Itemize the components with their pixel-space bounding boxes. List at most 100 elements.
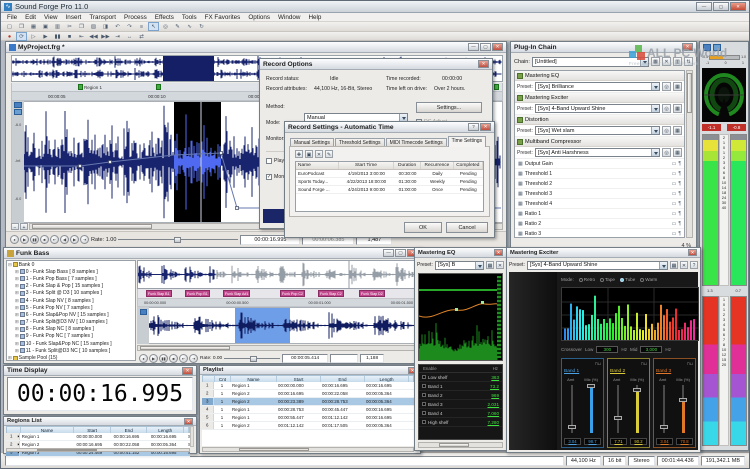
sample-marker[interactable]: Funk Pop C2: [280, 290, 305, 297]
sample-marker[interactable]: Funk Slap A#1: [223, 290, 250, 297]
link-icons[interactable]: ⊓⊔: [687, 361, 693, 366]
toolbar-icon[interactable]: ≡: [136, 22, 147, 31]
param-menu-icon[interactable]: ¶: [678, 171, 681, 177]
sample-marker[interactable]: Funk Slap B1: [146, 290, 172, 297]
preset-dropdown[interactable]: [Sys] 4-Band Upward Shine: [535, 104, 660, 113]
enable-checkbox[interactable]: [422, 375, 426, 379]
menu-item[interactable]: Window: [274, 13, 304, 22]
mode-radio[interactable]: Tube: [620, 277, 635, 282]
horizontal-scrollbar[interactable]: [137, 345, 420, 351]
band-frequency[interactable]: 969: [491, 393, 499, 398]
overview-selection[interactable]: [163, 56, 214, 81]
expander-icon[interactable]: ⊞: [15, 333, 19, 339]
transport-button[interactable]: ◀: [60, 235, 69, 244]
amt-slider-handle[interactable]: [660, 425, 668, 429]
expander-icon[interactable]: ⊞: [15, 326, 19, 332]
plugin-entry[interactable]: Multiband Compressor Preset: [Sys] Anti …: [515, 137, 684, 159]
transport-icon[interactable]: ▶: [40, 32, 51, 41]
settings-toolbar-icon[interactable]: ▣: [305, 150, 313, 158]
mix-slider-handle[interactable]: [679, 398, 687, 402]
transport-button[interactable]: ⇤: [179, 354, 188, 363]
expander-icon[interactable]: ⊞: [8, 355, 12, 361]
toolbar-icon[interactable]: ▢: [4, 22, 15, 31]
minimize-button[interactable]: —: [696, 2, 712, 11]
transport-button[interactable]: ●: [10, 235, 19, 244]
playlist-row[interactable]: 4 ▸ 1 Region 100:00:28.75300:00:45.44700…: [202, 406, 414, 414]
schedule-row[interactable]: EuroPodcast4/19/2013 3:00:0000:30:00Dail…: [296, 170, 483, 178]
window-minimize-button[interactable]: —: [383, 249, 394, 257]
sample-marker[interactable]: Funk Slap C2: [318, 290, 344, 297]
tree-item[interactable]: ⊞ 0 - Funk Slap Bass [ 8 samples ]: [7, 268, 135, 275]
bypass-icon[interactable]: ◎: [662, 126, 671, 135]
ok-button[interactable]: OK: [404, 222, 442, 233]
eq-band-row[interactable]: Low shelf 363: [419, 373, 502, 382]
expander-icon[interactable]: ⊞: [15, 312, 19, 318]
close-button[interactable]: ✕: [730, 2, 746, 11]
tree-item[interactable]: ⊞ 8 - Funk Slap NC [ 8 samples ]: [7, 326, 135, 333]
band-frequency[interactable]: 363: [491, 375, 499, 380]
fader-icon[interactable]: ▭: [672, 191, 677, 197]
param-menu-icon[interactable]: ¶: [678, 161, 681, 167]
param-menu-icon[interactable]: ¶: [678, 201, 681, 207]
window-maximize-button[interactable]: ▢: [480, 43, 491, 51]
param-menu-icon[interactable]: ¶: [678, 181, 681, 187]
menu-item[interactable]: Options: [244, 13, 274, 22]
sample-marker[interactable]: Funk Pop B1: [185, 290, 210, 297]
toolbar-icon[interactable]: ✎: [172, 22, 183, 31]
playlist-row[interactable]: 1 ▸ 1 Region 100:00:00.00000:00:16.69500…: [202, 382, 414, 390]
channel-selector-icon[interactable]: [14, 109, 22, 115]
settings-button[interactable]: Settings...: [416, 102, 482, 113]
sample-time-ruler[interactable]: 00:00:00.00000:00:00.50000:00:01.00000:0…: [137, 299, 420, 307]
bypass-icon[interactable]: ◎: [662, 148, 671, 157]
mid-crossover-value[interactable]: 3,000: [640, 346, 662, 353]
expander-icon[interactable]: ⊞: [15, 269, 19, 275]
save-preset-icon[interactable]: ▦: [670, 261, 678, 269]
region-marker[interactable]: [494, 84, 499, 90]
tree-item[interactable]: ⊞ 9 - Funk Pop NC [ 7 samples ]: [7, 333, 135, 340]
transport-icon[interactable]: ⇄: [136, 32, 147, 41]
amt-value[interactable]: 3.04: [656, 438, 673, 445]
expander-icon[interactable]: ⊞: [15, 305, 19, 311]
delete-preset-icon[interactable]: ✕: [496, 261, 504, 269]
menu-item[interactable]: Tools: [178, 13, 201, 22]
param-menu-icon[interactable]: ¶: [678, 191, 681, 197]
sample-overview-waveform[interactable]: [137, 260, 420, 289]
transport-icon[interactable]: ⟳: [16, 32, 27, 41]
menu-item[interactable]: Insert: [62, 13, 86, 22]
channel-selector-icon[interactable]: [14, 102, 22, 108]
param-menu-icon[interactable]: ¶: [678, 211, 681, 217]
fader-icon[interactable]: ▭: [672, 201, 677, 207]
expander-icon[interactable]: ⊞: [15, 348, 19, 354]
tree-item[interactable]: ⊞ 7 - Funk Split@D3 NV [ 10 samples ]: [7, 319, 135, 326]
transport-icon[interactable]: ◀◀: [88, 32, 99, 41]
fader-icon[interactable]: ▭: [672, 161, 677, 167]
mix-slider-handle[interactable]: [587, 384, 595, 388]
band-frequency[interactable]: 73.2: [490, 384, 499, 389]
zoom-in-button[interactable]: +: [20, 223, 28, 230]
enable-checkbox[interactable]: [422, 402, 426, 406]
menu-item[interactable]: Edit: [21, 13, 40, 22]
tab-time-settings[interactable]: Time Settings: [448, 136, 486, 147]
toolbar-icon[interactable]: ❐: [76, 22, 87, 31]
toolbar-icon[interactable]: ◎: [160, 22, 171, 31]
plugin-ui-icon[interactable]: ▦: [673, 148, 682, 157]
menu-item[interactable]: Transport: [85, 13, 120, 22]
transport-button[interactable]: ▶: [149, 354, 158, 363]
enable-checkbox[interactable]: [422, 384, 426, 388]
amt-slider-handle[interactable]: [614, 416, 622, 420]
automation-parameter-row[interactable]: ▦ Output Gain ▭ ¶: [515, 159, 684, 169]
automation-parameter-row[interactable]: ▦ Threshold 2 ▭ ¶: [515, 179, 684, 189]
plugin-ui-icon[interactable]: ▦: [673, 104, 682, 113]
preset-dropdown[interactable]: [Sys] 4-Band Upward Shine: [527, 261, 668, 270]
preset-dropdown[interactable]: [Sys] Wet slam: [535, 126, 660, 135]
time-display-titlebar[interactable]: Time Display ✕: [4, 366, 196, 376]
toolbar-icon[interactable]: ✂: [64, 22, 75, 31]
toolbar-icon[interactable]: ∿: [184, 22, 195, 31]
window-close-button[interactable]: ✕: [182, 367, 193, 375]
playlist-row[interactable]: 5 ▸ 1 Region 100:00:55.44700:01:12.14200…: [202, 414, 414, 422]
mode-radio[interactable]: Warm: [640, 277, 657, 282]
transport-button[interactable]: ⇥: [80, 235, 89, 244]
band-frequency[interactable]: 7,060: [488, 411, 500, 416]
mix-slider-handle[interactable]: [633, 388, 641, 392]
menu-item[interactable]: File: [3, 13, 21, 22]
